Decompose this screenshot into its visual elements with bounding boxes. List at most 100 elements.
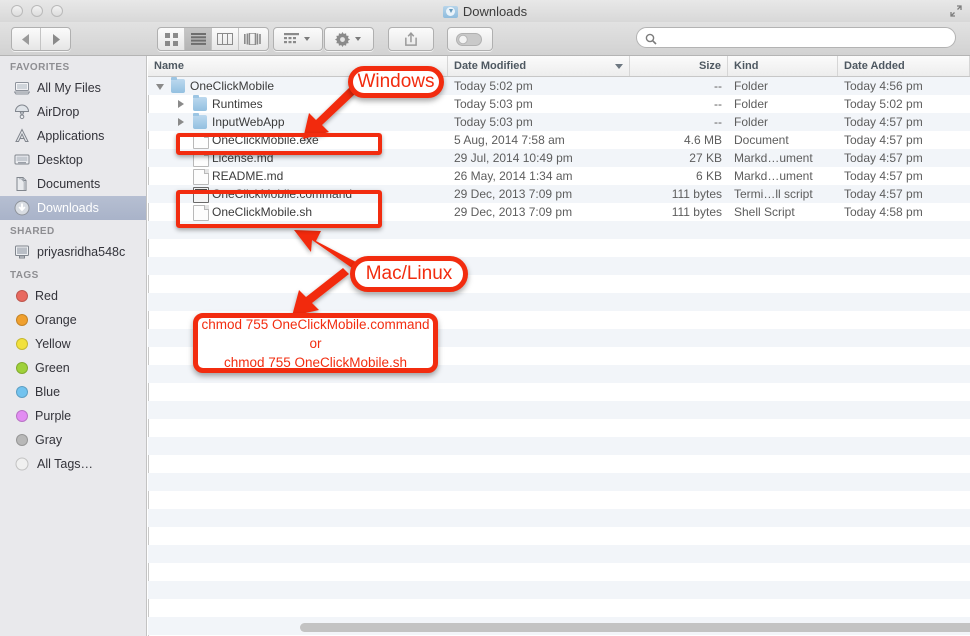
table-row-empty xyxy=(148,581,970,599)
highlight-box-scripts xyxy=(176,190,382,228)
sidebar-item-label: Yellow xyxy=(35,337,71,351)
share-button[interactable] xyxy=(388,27,434,51)
file-size-cell: 6 KB xyxy=(695,169,722,183)
sidebar-item-red[interactable]: Red xyxy=(0,284,146,308)
sidebar-item-label: Downloads xyxy=(37,201,99,215)
column-header-label: Size xyxy=(698,60,721,72)
table-row-empty xyxy=(148,437,970,455)
sidebar-item-downloads[interactable]: Downloads xyxy=(0,196,146,220)
sidebar-item-label: Desktop xyxy=(37,153,83,167)
sidebar-item-priyasridha548c[interactable]: priyasridha548c xyxy=(0,240,146,264)
maclinux-callout-badge: Mac/Linux xyxy=(350,256,468,292)
sidebar-item-documents[interactable]: Documents xyxy=(0,172,146,196)
tag-dot-icon xyxy=(16,386,28,398)
table-row-empty xyxy=(148,419,970,437)
file-date-modified-cell: Today 5:02 pm xyxy=(454,79,533,93)
back-arrow-icon[interactable] xyxy=(12,28,41,50)
action-button[interactable] xyxy=(324,27,374,51)
view-mode-segmented-control xyxy=(157,27,269,51)
edit-tags-toggle[interactable] xyxy=(447,27,493,51)
search-input[interactable] xyxy=(657,29,955,46)
sidebar-item-label: All My Files xyxy=(37,81,101,95)
sidebar-item-yellow[interactable]: Yellow xyxy=(0,332,146,356)
file-kind-cell: Folder xyxy=(734,97,769,111)
sidebar-item-desktop[interactable]: Desktop xyxy=(0,148,146,172)
shared-computer-icon xyxy=(14,244,30,260)
table-row-empty xyxy=(148,401,970,419)
chmod-command-line-3: chmod 755 OneClickMobile.sh xyxy=(223,354,408,370)
icon-view-icon[interactable] xyxy=(158,28,185,50)
downloads-folder-icon xyxy=(442,5,458,18)
sidebar-item-all-tags[interactable]: All Tags… xyxy=(0,452,146,476)
forward-arrow-icon[interactable] xyxy=(41,28,70,50)
sidebar-section-header: TAGS xyxy=(10,270,39,281)
disclosure-triangle-closed-icon[interactable] xyxy=(178,100,184,108)
table-row-empty xyxy=(148,473,970,491)
table-row-empty xyxy=(148,527,970,545)
sidebar-item-label: AirDrop xyxy=(37,105,80,119)
sidebar-item-green[interactable]: Green xyxy=(0,356,146,380)
table-row-empty xyxy=(148,545,970,563)
table-row[interactable]: README.md 26 May, 2014 1:34 am 6 KB Markd…u… xyxy=(148,167,970,185)
column-header-size[interactable]: Size xyxy=(630,56,728,76)
window-title-text: Downloads xyxy=(462,3,528,19)
sort-descending-icon xyxy=(615,64,623,69)
search-field[interactable] xyxy=(636,27,956,48)
file-size-cell: 111 bytes xyxy=(671,205,722,219)
tag-dot-icon xyxy=(16,410,28,422)
file-size-cell: 4.6 MB xyxy=(683,133,722,147)
sidebar-item-applications[interactable]: Applications xyxy=(0,124,146,148)
column-header-kind[interactable]: Kind xyxy=(728,56,838,76)
file-size-cell: -- xyxy=(714,79,722,93)
chevron-down-icon xyxy=(355,37,361,41)
table-row-empty xyxy=(148,383,970,401)
disclosure-triangle-closed-icon[interactable] xyxy=(178,118,184,126)
sidebar-section-header: FAVORITES xyxy=(10,62,70,73)
downloads-icon xyxy=(14,200,30,216)
table-row[interactable]: InputWebApp Today 5:03 pm -- Folder Today 4:… xyxy=(148,113,970,131)
table-row-empty xyxy=(148,239,970,257)
column-header-added[interactable]: Date Added xyxy=(838,56,970,76)
list-view-icon[interactable] xyxy=(185,28,212,50)
sidebar-item-purple[interactable]: Purple xyxy=(0,404,146,428)
sidebar-item-label: Blue xyxy=(35,385,61,399)
file-kind-cell: Document xyxy=(734,133,789,147)
windows-callout-label: Windows xyxy=(357,71,435,92)
sidebar-item-label: Applications xyxy=(37,129,105,143)
sidebar-item-label: priyasridha548c xyxy=(37,245,126,259)
sidebar-item-gray[interactable]: Gray xyxy=(0,428,146,452)
folder-icon xyxy=(171,77,185,93)
file-date-modified-cell: Today 5:03 pm xyxy=(454,97,533,111)
sidebar-item-label: Green xyxy=(35,361,70,375)
horizontal-scrollbar[interactable] xyxy=(300,623,970,632)
sidebar-item-airdrop[interactable]: AirDrop xyxy=(0,100,146,124)
file-kind-cell: Folder xyxy=(734,115,769,129)
sidebar-item-blue[interactable]: Blue xyxy=(0,380,146,404)
sidebar-item-all-my-files[interactable]: All My Files xyxy=(0,76,146,100)
table-row-empty xyxy=(148,509,970,527)
arrange-button[interactable] xyxy=(273,27,323,51)
sidebar-item-label: Red xyxy=(35,289,58,303)
file-kind-cell: Termi…ll script xyxy=(734,187,813,201)
tag-dot-icon xyxy=(16,290,28,302)
toolbar xyxy=(0,22,970,56)
coverflow-view-icon[interactable] xyxy=(239,28,266,50)
table-row[interactable]: Runtimes Today 5:03 pm -- Folder Today 5:02 … xyxy=(148,95,970,113)
sidebar-item-orange[interactable]: Orange xyxy=(0,308,146,332)
windows-callout-badge: Windows xyxy=(348,66,444,98)
expand-arrows-icon[interactable] xyxy=(949,4,963,18)
file-kind-cell: Markd…ument xyxy=(734,151,813,165)
column-view-icon[interactable] xyxy=(212,28,239,50)
table-row[interactable]: OneClickMobile Today 5:02 pm -- Folder Today… xyxy=(148,77,970,95)
folder-icon xyxy=(193,113,207,129)
finder-window: Downloads FAVORITES All My Files AirDrop… xyxy=(0,0,970,636)
file-name-cell: README.md xyxy=(212,169,284,183)
table-row-empty xyxy=(148,455,970,473)
column-header-modified[interactable]: Date Modified xyxy=(448,56,630,76)
disclosure-triangle-open-icon[interactable] xyxy=(156,84,164,90)
sidebar-item-label: Gray xyxy=(35,433,63,447)
tag-dot-icon xyxy=(16,434,28,446)
airdrop-icon xyxy=(14,104,30,120)
sidebar-item-label: All Tags… xyxy=(37,457,94,471)
file-date-added-cell: Today 4:57 pm xyxy=(844,151,923,165)
